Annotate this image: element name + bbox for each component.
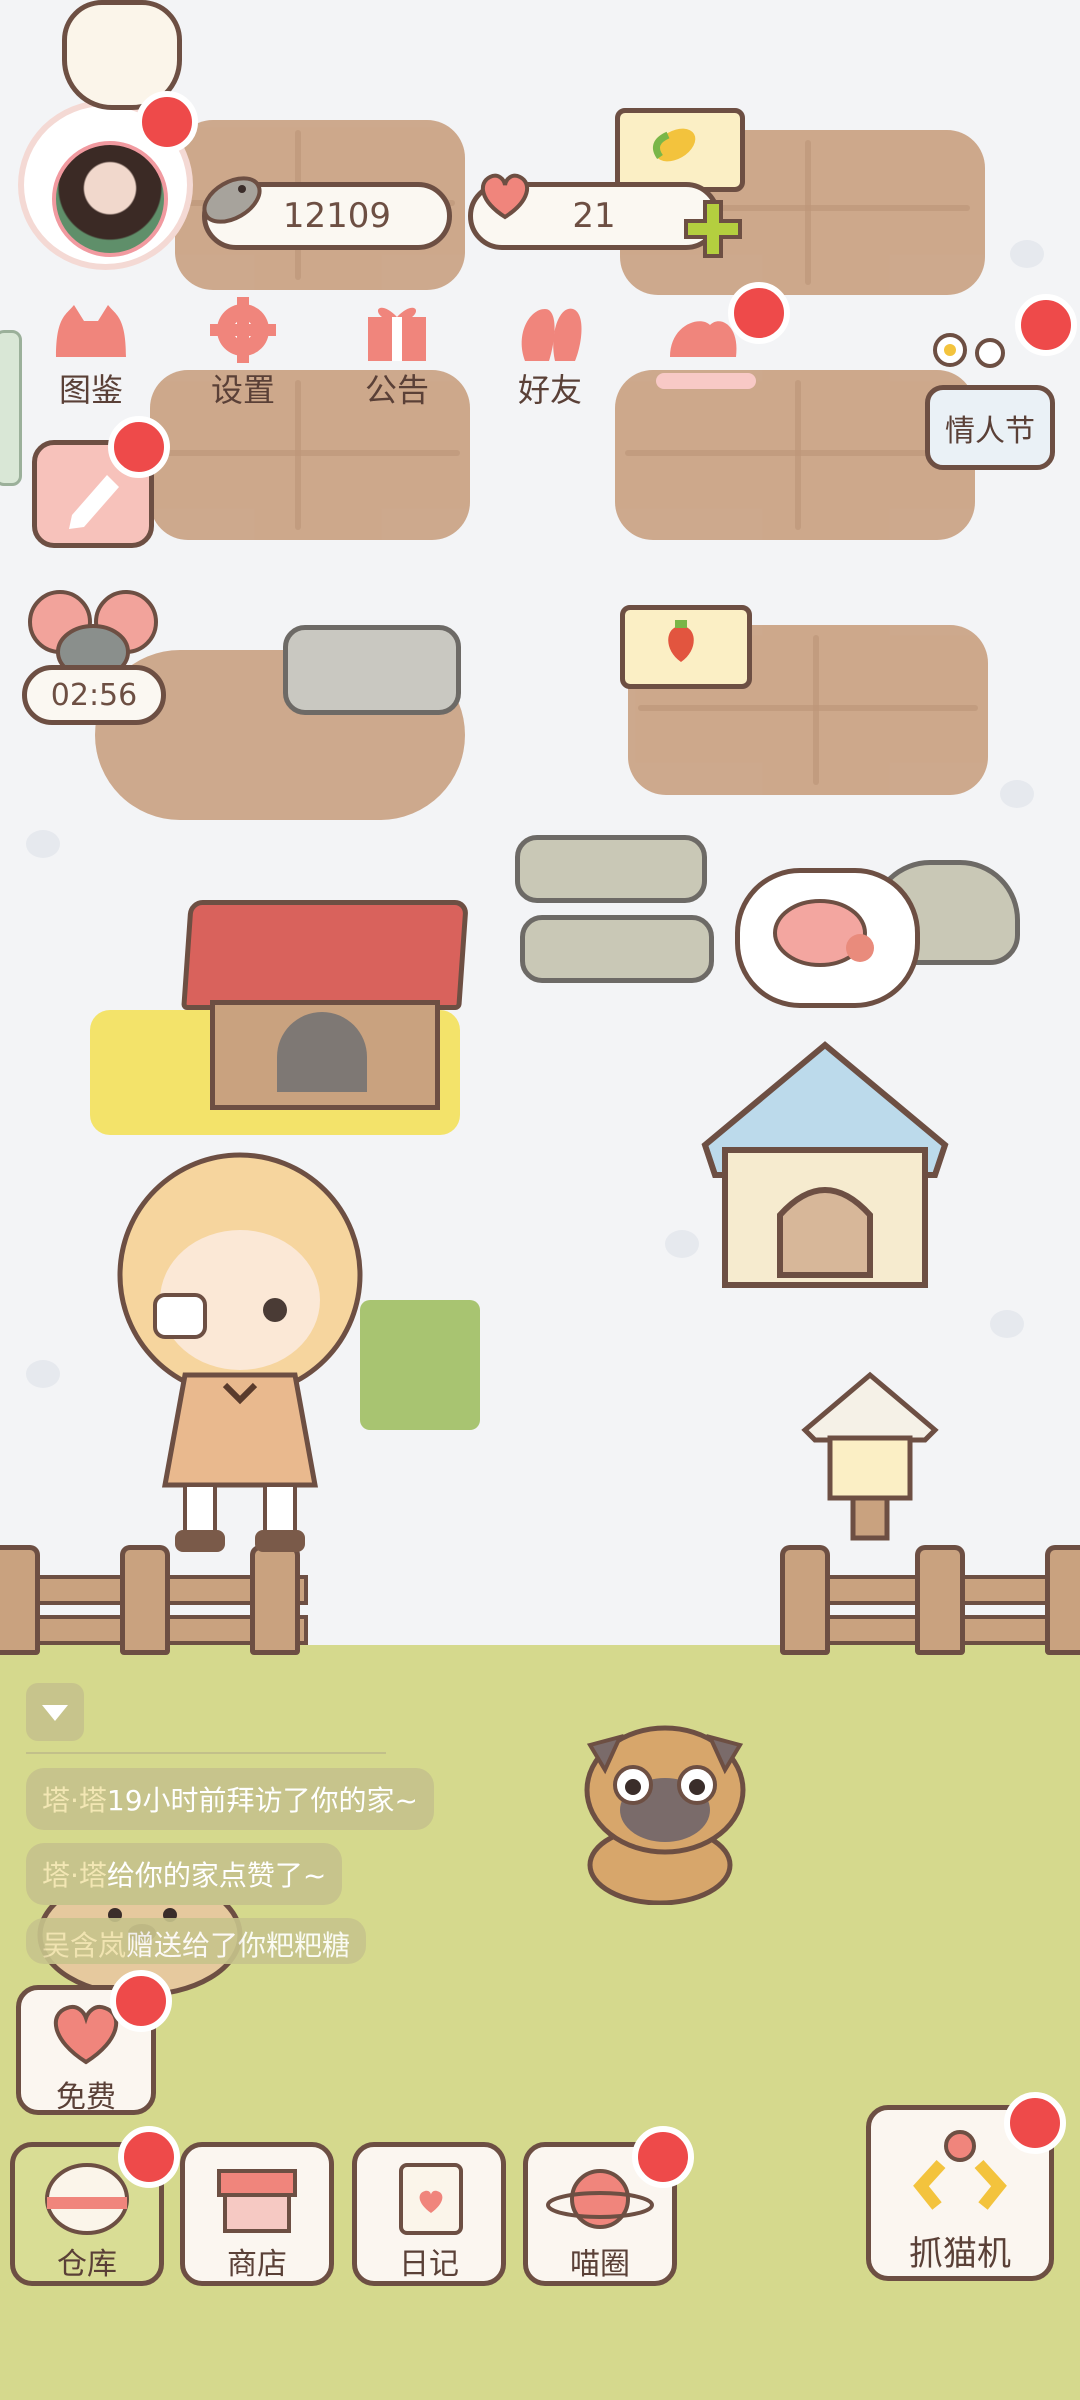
crop-sign-strawberry[interactable]: [620, 605, 752, 689]
heart-icon: [470, 165, 540, 225]
menu-settings-label: 设置: [210, 371, 275, 409]
notification-badge: [728, 282, 790, 344]
paw-print-decoration: [1000, 780, 1034, 808]
paw-print-decoration: [990, 1310, 1024, 1338]
valentine-event-label: 情人节: [945, 413, 1035, 449]
notification-badge: [632, 2126, 694, 2188]
timer-text: 02:56: [50, 677, 138, 713]
crop-sign-corn[interactable]: [615, 108, 745, 192]
coin-count: 12109: [282, 196, 392, 236]
pug-pet[interactable]: [535, 1715, 785, 1906]
paw-print-decoration: [665, 1230, 699, 1258]
stone-slab: [515, 835, 707, 903]
side-drawer-handle[interactable]: [0, 330, 22, 486]
heart-count: 21: [572, 196, 616, 236]
notification-badge: [136, 91, 198, 153]
menu-announcement[interactable]: 公告: [332, 295, 462, 409]
menu-friends-label: 好友: [517, 371, 582, 409]
fish-icon: [190, 165, 272, 235]
chat-sender: 塔·塔: [42, 1784, 107, 1817]
chat-divider: [26, 1752, 386, 1754]
cat-head-icon: [56, 305, 126, 357]
chevron-down-icon: [42, 1705, 68, 1721]
chat-text: 赠送给了你粑粑糖: [126, 1929, 351, 1962]
paw-print-decoration: [26, 1360, 60, 1388]
notification-badge: [110, 1970, 172, 2032]
gift-icon: [368, 307, 426, 361]
notification-badge: [118, 2126, 180, 2188]
notification-badge: [1015, 294, 1077, 356]
stone-slab: [520, 915, 714, 983]
chat-sender: 塔·塔: [42, 1859, 107, 1892]
menu-settings[interactable]: 设置: [178, 295, 308, 409]
menu-friends[interactable]: 好友: [485, 295, 615, 409]
chicken-coop[interactable]: [181, 900, 469, 1110]
flower-icon: [933, 333, 1005, 368]
lamp-post: [795, 1370, 945, 1550]
menu-announcement-label: 公告: [364, 371, 429, 409]
player-character[interactable]: [90, 1135, 390, 1555]
pig-face-icon: [773, 899, 874, 967]
stone-bench: [283, 625, 461, 715]
nav-cat-circle-label: 喵圈: [570, 2247, 630, 2282]
free-button-label: 免费: [56, 2080, 116, 2115]
notification-badge: [108, 416, 170, 478]
timer-badge: 02:56: [22, 665, 166, 725]
chat-message[interactable]: 塔·塔 19小时前拜访了你的家~: [26, 1768, 434, 1830]
notification-badge: [1004, 2092, 1066, 2154]
chat-text: 19小时前拜访了你的家~: [106, 1784, 418, 1817]
nav-warehouse-label: 仓库: [57, 2247, 117, 2282]
pet-request-bubble[interactable]: [735, 868, 920, 1008]
paw-print-decoration: [1010, 240, 1044, 268]
dog-house[interactable]: [695, 1035, 955, 1295]
chat-message[interactable]: 吴含岚 赠送给了你粑粑糖: [26, 1918, 367, 1964]
valentine-event-button[interactable]: 情人节: [925, 333, 1060, 475]
nav-diary[interactable]: 日记: [352, 2142, 506, 2286]
diary-icon: [399, 2163, 463, 2235]
chat-toggle-button[interactable]: [26, 1683, 84, 1741]
paw-print-decoration: [26, 830, 60, 858]
nav-shop-label: 商店: [227, 2247, 287, 2282]
menu-collection-label: 图鉴: [58, 371, 123, 409]
nav-shop[interactable]: 商店: [180, 2142, 334, 2286]
nav-diary-label: 日记: [399, 2247, 459, 2282]
add-hearts-button[interactable]: [682, 198, 744, 260]
shop-icon: [217, 2169, 297, 2233]
menu-collection[interactable]: 图鉴: [26, 295, 156, 409]
chat-text: 给你的家点赞了~: [106, 1859, 327, 1892]
gear-icon: [210, 297, 276, 363]
friends-icon: [521, 308, 582, 361]
chat-message[interactable]: 塔·塔 给你的家点赞了~: [26, 1843, 343, 1905]
claw-machine-label: 抓猫机: [909, 2234, 1011, 2274]
chat-sender: 吴含岚: [42, 1929, 127, 1962]
